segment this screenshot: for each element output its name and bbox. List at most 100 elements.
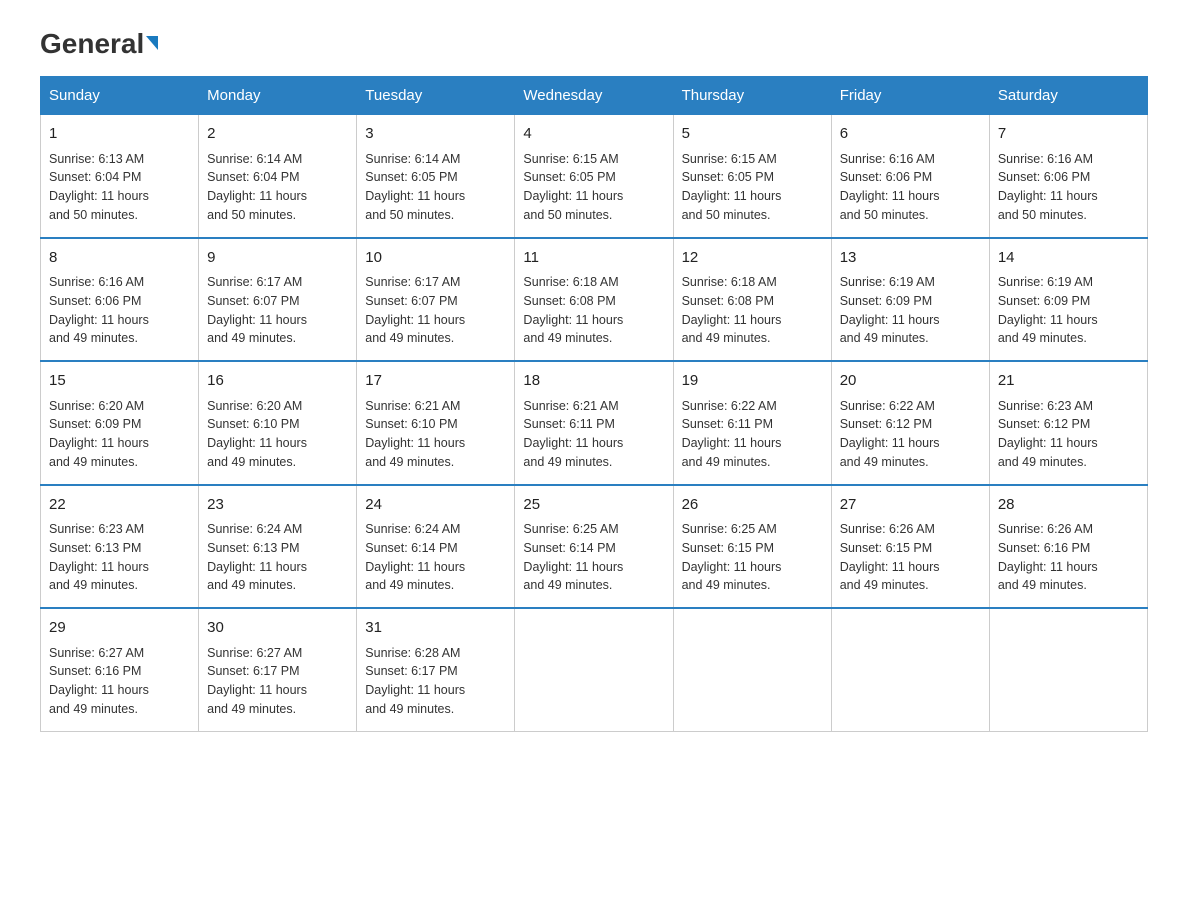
day-info: Sunrise: 6:14 AM Sunset: 6:05 PM Dayligh… xyxy=(365,150,506,225)
calendar-cell: 18 Sunrise: 6:21 AM Sunset: 6:11 PM Dayl… xyxy=(515,361,673,485)
day-number: 26 xyxy=(682,494,823,517)
day-info: Sunrise: 6:17 AM Sunset: 6:07 PM Dayligh… xyxy=(207,273,348,348)
day-number: 5 xyxy=(682,123,823,146)
day-info: Sunrise: 6:14 AM Sunset: 6:04 PM Dayligh… xyxy=(207,150,348,225)
day-number: 14 xyxy=(998,247,1139,270)
week-row-3: 15 Sunrise: 6:20 AM Sunset: 6:09 PM Dayl… xyxy=(41,361,1148,485)
day-number: 19 xyxy=(682,370,823,393)
day-info: Sunrise: 6:13 AM Sunset: 6:04 PM Dayligh… xyxy=(49,150,190,225)
day-info: Sunrise: 6:15 AM Sunset: 6:05 PM Dayligh… xyxy=(523,150,664,225)
calendar-cell: 24 Sunrise: 6:24 AM Sunset: 6:14 PM Dayl… xyxy=(357,485,515,609)
calendar-cell: 28 Sunrise: 6:26 AM Sunset: 6:16 PM Dayl… xyxy=(989,485,1147,609)
day-number: 29 xyxy=(49,617,190,640)
day-number: 6 xyxy=(840,123,981,146)
day-number: 9 xyxy=(207,247,348,270)
day-info: Sunrise: 6:20 AM Sunset: 6:09 PM Dayligh… xyxy=(49,397,190,472)
logo-general: General xyxy=(40,30,158,58)
day-number: 28 xyxy=(998,494,1139,517)
calendar-cell: 14 Sunrise: 6:19 AM Sunset: 6:09 PM Dayl… xyxy=(989,238,1147,362)
calendar-cell: 4 Sunrise: 6:15 AM Sunset: 6:05 PM Dayli… xyxy=(515,115,673,238)
day-info: Sunrise: 6:17 AM Sunset: 6:07 PM Dayligh… xyxy=(365,273,506,348)
day-number: 12 xyxy=(682,247,823,270)
day-number: 8 xyxy=(49,247,190,270)
day-number: 10 xyxy=(365,247,506,270)
day-number: 17 xyxy=(365,370,506,393)
calendar-cell: 22 Sunrise: 6:23 AM Sunset: 6:13 PM Dayl… xyxy=(41,485,199,609)
page-header: General xyxy=(40,30,1148,56)
day-info: Sunrise: 6:26 AM Sunset: 6:15 PM Dayligh… xyxy=(840,520,981,595)
calendar-cell: 7 Sunrise: 6:16 AM Sunset: 6:06 PM Dayli… xyxy=(989,115,1147,238)
col-header-monday: Monday xyxy=(199,77,357,115)
day-number: 22 xyxy=(49,494,190,517)
day-info: Sunrise: 6:19 AM Sunset: 6:09 PM Dayligh… xyxy=(998,273,1139,348)
day-info: Sunrise: 6:23 AM Sunset: 6:12 PM Dayligh… xyxy=(998,397,1139,472)
calendar-cell: 25 Sunrise: 6:25 AM Sunset: 6:14 PM Dayl… xyxy=(515,485,673,609)
calendar-cell: 27 Sunrise: 6:26 AM Sunset: 6:15 PM Dayl… xyxy=(831,485,989,609)
day-info: Sunrise: 6:16 AM Sunset: 6:06 PM Dayligh… xyxy=(840,150,981,225)
calendar-table: SundayMondayTuesdayWednesdayThursdayFrid… xyxy=(40,76,1148,732)
day-info: Sunrise: 6:22 AM Sunset: 6:12 PM Dayligh… xyxy=(840,397,981,472)
col-header-tuesday: Tuesday xyxy=(357,77,515,115)
calendar-cell: 1 Sunrise: 6:13 AM Sunset: 6:04 PM Dayli… xyxy=(41,115,199,238)
calendar-cell: 20 Sunrise: 6:22 AM Sunset: 6:12 PM Dayl… xyxy=(831,361,989,485)
calendar-cell: 12 Sunrise: 6:18 AM Sunset: 6:08 PM Dayl… xyxy=(673,238,831,362)
day-number: 27 xyxy=(840,494,981,517)
day-info: Sunrise: 6:15 AM Sunset: 6:05 PM Dayligh… xyxy=(682,150,823,225)
calendar-cell: 29 Sunrise: 6:27 AM Sunset: 6:16 PM Dayl… xyxy=(41,608,199,731)
calendar-cell: 10 Sunrise: 6:17 AM Sunset: 6:07 PM Dayl… xyxy=(357,238,515,362)
calendar-cell: 13 Sunrise: 6:19 AM Sunset: 6:09 PM Dayl… xyxy=(831,238,989,362)
calendar-cell: 15 Sunrise: 6:20 AM Sunset: 6:09 PM Dayl… xyxy=(41,361,199,485)
calendar-cell: 9 Sunrise: 6:17 AM Sunset: 6:07 PM Dayli… xyxy=(199,238,357,362)
day-info: Sunrise: 6:18 AM Sunset: 6:08 PM Dayligh… xyxy=(682,273,823,348)
day-number: 18 xyxy=(523,370,664,393)
calendar-cell: 5 Sunrise: 6:15 AM Sunset: 6:05 PM Dayli… xyxy=(673,115,831,238)
day-number: 1 xyxy=(49,123,190,146)
calendar-cell: 11 Sunrise: 6:18 AM Sunset: 6:08 PM Dayl… xyxy=(515,238,673,362)
day-info: Sunrise: 6:27 AM Sunset: 6:17 PM Dayligh… xyxy=(207,644,348,719)
calendar-cell xyxy=(831,608,989,731)
calendar-cell xyxy=(673,608,831,731)
day-info: Sunrise: 6:24 AM Sunset: 6:13 PM Dayligh… xyxy=(207,520,348,595)
day-number: 4 xyxy=(523,123,664,146)
week-row-4: 22 Sunrise: 6:23 AM Sunset: 6:13 PM Dayl… xyxy=(41,485,1148,609)
day-number: 23 xyxy=(207,494,348,517)
col-header-wednesday: Wednesday xyxy=(515,77,673,115)
day-number: 21 xyxy=(998,370,1139,393)
calendar-cell: 19 Sunrise: 6:22 AM Sunset: 6:11 PM Dayl… xyxy=(673,361,831,485)
day-info: Sunrise: 6:22 AM Sunset: 6:11 PM Dayligh… xyxy=(682,397,823,472)
calendar-cell: 3 Sunrise: 6:14 AM Sunset: 6:05 PM Dayli… xyxy=(357,115,515,238)
day-info: Sunrise: 6:27 AM Sunset: 6:16 PM Dayligh… xyxy=(49,644,190,719)
col-header-saturday: Saturday xyxy=(989,77,1147,115)
calendar-cell: 21 Sunrise: 6:23 AM Sunset: 6:12 PM Dayl… xyxy=(989,361,1147,485)
calendar-cell: 6 Sunrise: 6:16 AM Sunset: 6:06 PM Dayli… xyxy=(831,115,989,238)
calendar-cell: 17 Sunrise: 6:21 AM Sunset: 6:10 PM Dayl… xyxy=(357,361,515,485)
day-number: 31 xyxy=(365,617,506,640)
day-number: 30 xyxy=(207,617,348,640)
day-number: 3 xyxy=(365,123,506,146)
day-number: 13 xyxy=(840,247,981,270)
day-info: Sunrise: 6:16 AM Sunset: 6:06 PM Dayligh… xyxy=(998,150,1139,225)
day-info: Sunrise: 6:28 AM Sunset: 6:17 PM Dayligh… xyxy=(365,644,506,719)
week-row-1: 1 Sunrise: 6:13 AM Sunset: 6:04 PM Dayli… xyxy=(41,115,1148,238)
calendar-cell: 31 Sunrise: 6:28 AM Sunset: 6:17 PM Dayl… xyxy=(357,608,515,731)
day-info: Sunrise: 6:24 AM Sunset: 6:14 PM Dayligh… xyxy=(365,520,506,595)
day-info: Sunrise: 6:18 AM Sunset: 6:08 PM Dayligh… xyxy=(523,273,664,348)
calendar-cell: 26 Sunrise: 6:25 AM Sunset: 6:15 PM Dayl… xyxy=(673,485,831,609)
logo: General xyxy=(40,30,158,56)
day-number: 25 xyxy=(523,494,664,517)
calendar-cell xyxy=(989,608,1147,731)
day-number: 24 xyxy=(365,494,506,517)
col-header-sunday: Sunday xyxy=(41,77,199,115)
calendar-cell: 8 Sunrise: 6:16 AM Sunset: 6:06 PM Dayli… xyxy=(41,238,199,362)
day-number: 20 xyxy=(840,370,981,393)
day-info: Sunrise: 6:23 AM Sunset: 6:13 PM Dayligh… xyxy=(49,520,190,595)
day-info: Sunrise: 6:26 AM Sunset: 6:16 PM Dayligh… xyxy=(998,520,1139,595)
day-info: Sunrise: 6:21 AM Sunset: 6:11 PM Dayligh… xyxy=(523,397,664,472)
week-row-5: 29 Sunrise: 6:27 AM Sunset: 6:16 PM Dayl… xyxy=(41,608,1148,731)
day-number: 15 xyxy=(49,370,190,393)
day-info: Sunrise: 6:25 AM Sunset: 6:15 PM Dayligh… xyxy=(682,520,823,595)
calendar-cell xyxy=(515,608,673,731)
day-info: Sunrise: 6:25 AM Sunset: 6:14 PM Dayligh… xyxy=(523,520,664,595)
day-info: Sunrise: 6:20 AM Sunset: 6:10 PM Dayligh… xyxy=(207,397,348,472)
calendar-cell: 2 Sunrise: 6:14 AM Sunset: 6:04 PM Dayli… xyxy=(199,115,357,238)
